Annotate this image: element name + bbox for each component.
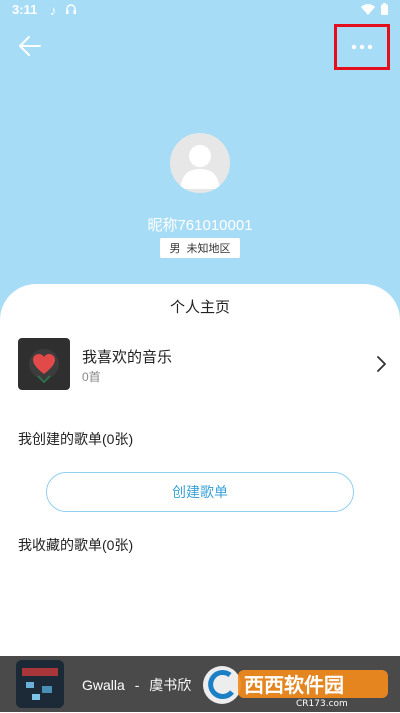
status-bar: 3:11 ♪ [0, 0, 400, 20]
more-options-button[interactable] [334, 24, 390, 70]
watermark-logo: 西西软件园 CR173.com [200, 662, 392, 709]
player-album-cover[interactable] [16, 660, 64, 708]
chevron-right-icon [377, 356, 386, 372]
profile-tags: 男 未知地区 [160, 238, 240, 258]
track-separator: - [134, 677, 140, 693]
create-playlist-button[interactable]: 创建歌单 [46, 472, 354, 512]
track-info[interactable]: Gwalla - 虞书欣 [82, 675, 191, 695]
more-dots-icon [351, 44, 373, 50]
track-title: 虞书欣 [149, 677, 192, 693]
battery-icon [381, 3, 388, 18]
favorite-music-row[interactable]: 我喜欢的音乐 0首 [18, 338, 388, 390]
wifi-icon [361, 3, 375, 18]
back-arrow-icon [19, 36, 41, 56]
music-note-icon: ♪ [50, 3, 57, 18]
album-art-icon [16, 660, 64, 708]
status-notification-icons: ♪ [50, 3, 77, 18]
status-system-icons [361, 3, 388, 18]
nickname: 昵称761010001 [147, 217, 253, 234]
gender-label: 男 [169, 243, 181, 255]
track-artist: Gwalla [82, 677, 125, 693]
avatar[interactable] [170, 133, 230, 193]
status-time: 3:11 [12, 2, 38, 17]
card-title: 个人主页 [169, 299, 230, 316]
svg-text:CR173.com: CR173.com [296, 699, 348, 708]
favorite-cover [18, 338, 70, 390]
profile-card: 个人主页 我喜欢的音乐 0首 我创建的歌单(0张) 创建歌单 我收藏的歌单(0张… [0, 284, 400, 660]
favorite-music-name: 我喜欢的音乐 [82, 349, 173, 366]
avatar-icon [180, 145, 220, 189]
created-playlists-heading: 我创建的歌单(0张) [18, 431, 134, 447]
region-label: 未知地区 [186, 243, 231, 255]
favorite-music-count: 0首 [82, 370, 101, 384]
headphones-icon [65, 3, 77, 18]
heart-icon [29, 349, 59, 384]
collected-playlists-heading: 我收藏的歌单(0张) [18, 537, 134, 553]
back-button[interactable] [16, 32, 44, 60]
svg-text:西西软件园: 西西软件园 [244, 673, 344, 697]
